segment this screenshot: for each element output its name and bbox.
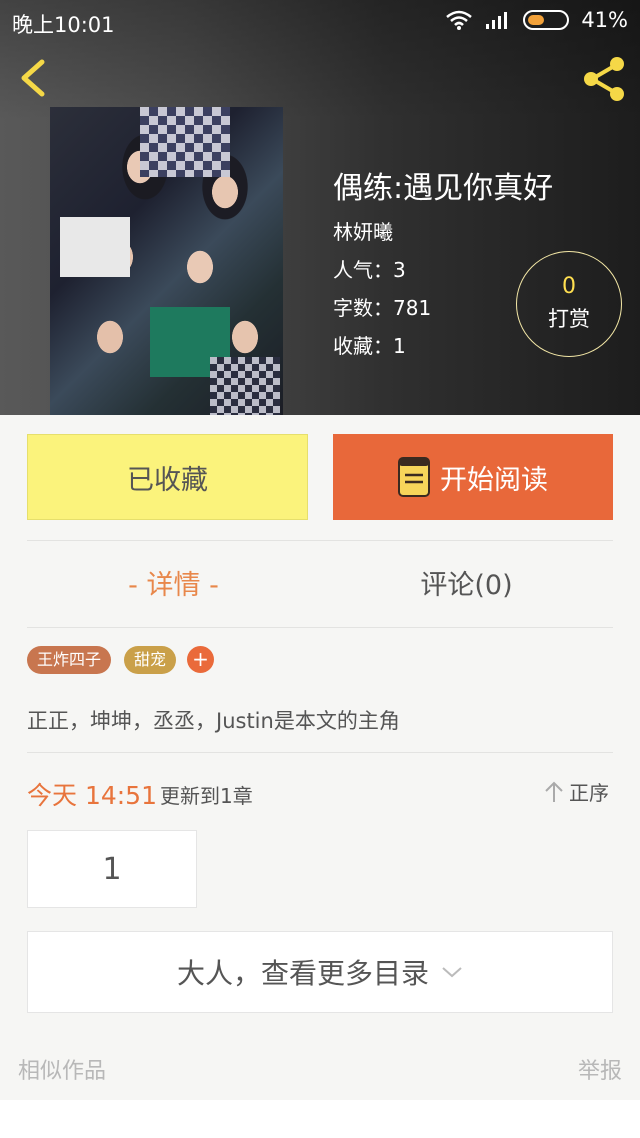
arrow-up-icon [545,781,563,802]
collected-button[interactable]: 已收藏 [27,434,308,520]
status-bar: 晚上10:01 41% [0,0,640,44]
tag-chip[interactable]: 王炸四子 [27,646,112,674]
battery-percent: 41% [581,8,628,32]
divider [27,540,613,541]
tip-label: 打赏 [548,307,590,331]
book-popularity: 人气：3 [333,258,406,282]
status-icons: 41% [445,8,628,32]
book-header: 晚上10:01 41% 偶练:遇见你真好 林妍曦 人气：3 字数：781 收藏：… [0,0,640,415]
back-arrow-icon[interactable] [14,56,54,100]
footer-strip [0,1100,640,1138]
start-reading-label: 开始阅读 [440,464,548,496]
divider [27,752,613,753]
wifi-icon [446,10,473,30]
divider [27,627,613,628]
tab-detail[interactable]: - 详情 - [27,563,320,602]
book-title: 偶练:遇见你真好 [333,171,554,206]
tag-chip[interactable]: 甜宠 [124,646,177,674]
report-link[interactable]: 举报 [578,1053,622,1085]
update-status: 更新到1章 [160,784,253,808]
collected-label: 已收藏 [127,464,208,496]
chapter-item[interactable]: 1 [27,830,197,908]
start-reading-button[interactable]: 开始阅读 [333,434,613,520]
tab-comments[interactable]: 评论(0) [320,563,613,602]
add-tag-button[interactable]: + [187,646,214,673]
status-time: 晚上10:01 [12,13,115,37]
sort-order-label: 正序 [569,781,609,805]
book-cover-image [50,107,283,415]
signal-icon [486,12,508,29]
book-description: 正正，坤坤，丞丞，Justin是本文的主角 [27,709,400,733]
tip-count: 0 [562,274,576,299]
more-catalog-button[interactable]: 大人，查看更多目录 [27,931,613,1013]
book-word-count: 字数：781 [333,296,432,320]
book-icon [398,457,430,497]
book-author[interactable]: 林妍曦 [333,216,393,245]
sort-order-button[interactable]: 正序 [543,777,609,806]
battery-icon [523,10,570,30]
share-icon[interactable] [580,55,628,103]
chevron-down-icon [442,967,462,978]
more-catalog-label: 大人，查看更多目录 [176,957,429,990]
similar-works-heading: 相似作品 [18,1059,107,1084]
tip-button[interactable]: 0 打赏 [516,251,622,357]
book-favorites: 收藏：1 [333,334,406,358]
update-time: 今天 14:51 [27,781,157,810]
